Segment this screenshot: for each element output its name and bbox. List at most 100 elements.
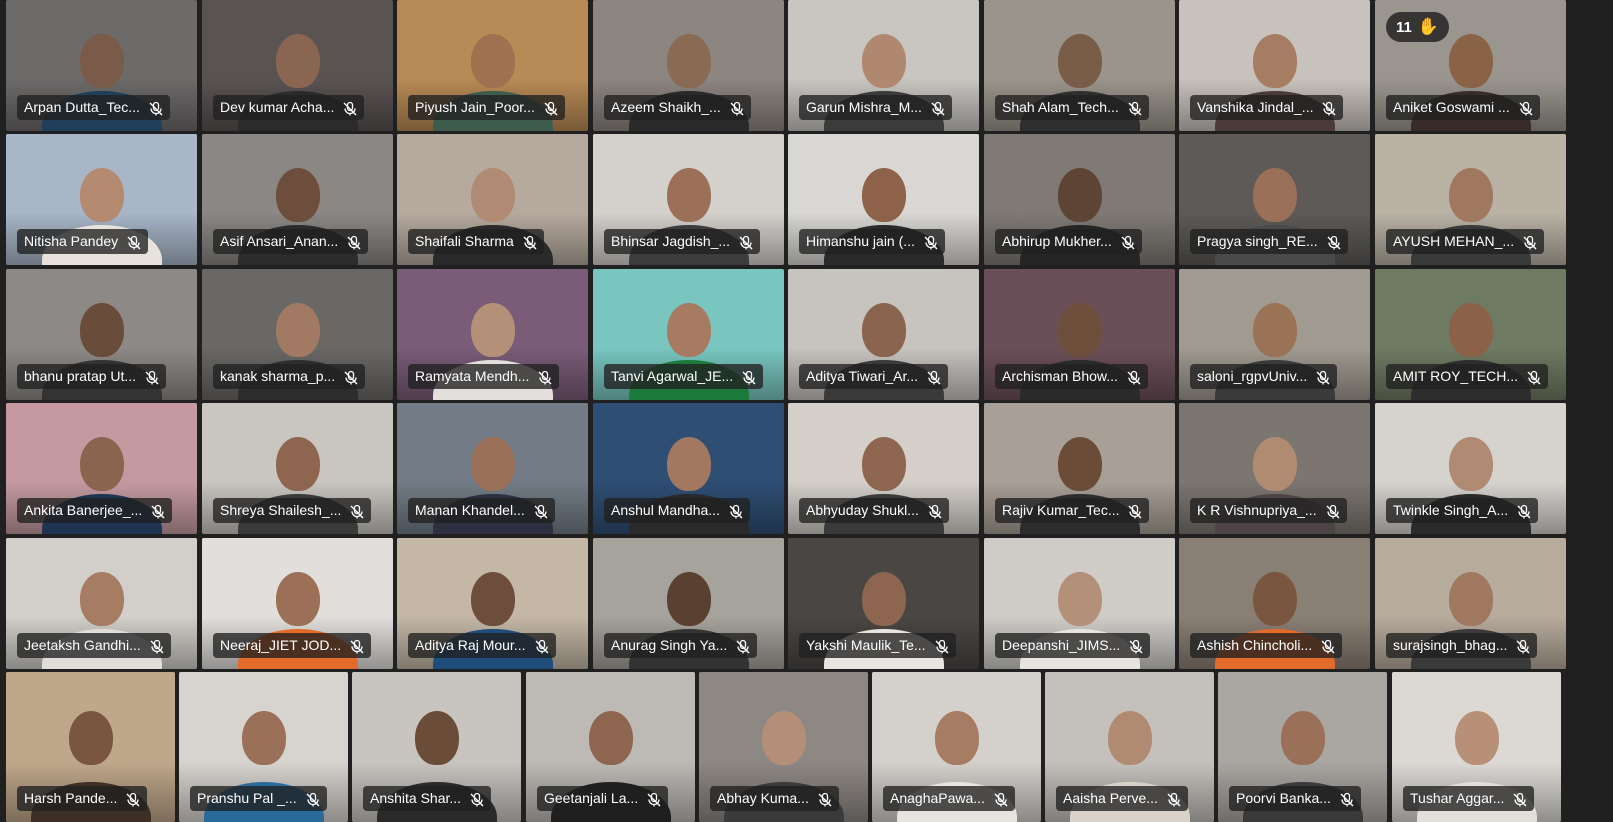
mic-muted-icon bbox=[534, 638, 550, 654]
participant-name: Yakshi Maulik_Te... bbox=[806, 637, 926, 653]
participant-name-label: Anshita Shar... bbox=[363, 786, 492, 811]
participant-tile[interactable]: Anshita Shar... bbox=[352, 672, 521, 822]
participant-tile[interactable]: Aaisha Perve... bbox=[1045, 672, 1214, 822]
participant-tile[interactable]: Ashish Chincholi... bbox=[1179, 538, 1370, 669]
participant-tile[interactable]: Poorvi Banka... bbox=[1218, 672, 1387, 822]
participant-name: Rajiv Kumar_Tec... bbox=[1002, 502, 1120, 518]
participant-head bbox=[1057, 572, 1102, 627]
participant-head bbox=[1252, 34, 1297, 89]
participant-tile[interactable]: Vanshika Jindal_... bbox=[1179, 0, 1370, 131]
mic-muted-icon bbox=[125, 791, 141, 807]
participant-tile[interactable]: AnaghaPawa... bbox=[872, 672, 1041, 822]
participant-tile[interactable]: Aditya Raj Mour... bbox=[397, 538, 588, 669]
participant-head bbox=[1057, 34, 1102, 89]
participant-tile[interactable]: Piyush Jain_Poor... bbox=[397, 0, 588, 131]
participant-name-label: Rajiv Kumar_Tec... bbox=[995, 498, 1150, 523]
participant-name-label: Aditya Tiwari_Ar... bbox=[799, 364, 949, 389]
participant-tile[interactable]: Archisman Bhow... bbox=[984, 269, 1175, 400]
participant-tile[interactable]: Yakshi Maulik_Te... bbox=[788, 538, 979, 669]
mic-muted-icon bbox=[469, 791, 485, 807]
mic-muted-icon bbox=[1320, 638, 1336, 654]
participant-name-label: surajsingh_bhag... bbox=[1386, 633, 1538, 658]
participant-tile[interactable]: Arpan Dutta_Tec... bbox=[6, 0, 197, 131]
participant-tile[interactable]: Aniket Goswami ... 11 ✋ bbox=[1375, 0, 1566, 131]
participant-tile[interactable]: Pragya singh_RE... bbox=[1179, 134, 1370, 265]
mic-muted-icon bbox=[1127, 100, 1143, 116]
participant-tile[interactable]: Azeem Shaikh_... bbox=[593, 0, 784, 131]
mic-muted-icon bbox=[1512, 791, 1528, 807]
participant-tile[interactable]: Abhirup Mukher... bbox=[984, 134, 1175, 265]
participant-name: Anurag Singh Ya... bbox=[611, 637, 728, 653]
participant-name-label: Pranshu Pal _... bbox=[190, 786, 327, 811]
participant-tile[interactable]: Anshul Mandha... bbox=[593, 403, 784, 534]
participant-name: Piyush Jain_Poor... bbox=[415, 99, 535, 115]
participant-tile[interactable]: Geetanjali La... bbox=[526, 672, 695, 822]
participant-tile[interactable]: Tushar Aggar... bbox=[1392, 672, 1561, 822]
mic-muted-icon bbox=[522, 234, 538, 250]
participant-tile[interactable]: Aditya Tiwari_Ar... bbox=[788, 269, 979, 400]
participant-name-label: Aaisha Perve... bbox=[1056, 786, 1188, 811]
participant-tile[interactable]: K R Vishnupriya_... bbox=[1179, 403, 1370, 534]
participant-head bbox=[1107, 711, 1152, 765]
participant-tile[interactable]: Deepanshi_JIMS... bbox=[984, 538, 1175, 669]
participant-tile[interactable]: Himanshu jain (... bbox=[788, 134, 979, 265]
participant-head bbox=[275, 168, 320, 223]
participant-name-label: saloni_rgpvUniv... bbox=[1190, 364, 1338, 389]
mic-muted-icon bbox=[349, 503, 365, 519]
participant-head bbox=[861, 572, 906, 627]
participant-name: Ankita Banerjee_... bbox=[24, 502, 143, 518]
participant-name-label: Shaifali Sharma bbox=[408, 229, 544, 254]
participant-name-label: Abhirup Mukher... bbox=[995, 229, 1142, 254]
participant-tile[interactable]: Tanvi Agarwal_JE... bbox=[593, 269, 784, 400]
participant-name: Manan Khandel... bbox=[415, 502, 525, 518]
participant-tile[interactable]: Jeetaksh Gandhi... bbox=[6, 538, 197, 669]
participant-tile[interactable]: Shreya Shailesh_... bbox=[202, 403, 393, 534]
participant-name-label: AYUSH MEHAN_... bbox=[1386, 229, 1545, 254]
participant-name-label: Pragya singh_RE... bbox=[1190, 229, 1348, 254]
participant-tile[interactable]: Shaifali Sharma bbox=[397, 134, 588, 265]
participant-tile[interactable]: surajsingh_bhag... bbox=[1375, 538, 1566, 669]
participant-tile[interactable]: bhanu pratap Ut... bbox=[6, 269, 197, 400]
participant-head bbox=[275, 572, 320, 627]
participant-tile[interactable]: Ramyata Mendh... bbox=[397, 269, 588, 400]
participant-head bbox=[1057, 437, 1102, 492]
participant-tile[interactable]: Ankita Banerjee_... bbox=[6, 403, 197, 534]
mic-muted-icon bbox=[1326, 234, 1342, 250]
participant-tile[interactable]: AMIT ROY_TECH... bbox=[1375, 269, 1566, 400]
participant-tile[interactable]: Pranshu Pal _... bbox=[179, 672, 348, 822]
participant-tile[interactable]: kanak sharma_p... bbox=[202, 269, 393, 400]
participant-tile[interactable]: Twinkle Singh_A... bbox=[1375, 403, 1566, 534]
participant-tile[interactable]: Asif Ansari_Anan... bbox=[202, 134, 393, 265]
participant-tile[interactable]: Dev kumar Acha... bbox=[202, 0, 393, 131]
participant-tile[interactable]: saloni_rgpvUniv... bbox=[1179, 269, 1370, 400]
participant-name: Dev kumar Acha... bbox=[220, 99, 335, 115]
participant-tile[interactable]: Neeraj_JIET JOD... bbox=[202, 538, 393, 669]
mic-muted-icon bbox=[1166, 791, 1182, 807]
mic-muted-icon bbox=[735, 638, 751, 654]
participant-tile[interactable]: Manan Khandel... bbox=[397, 403, 588, 534]
participant-name-label: Poorvi Banka... bbox=[1229, 786, 1361, 811]
participant-tile[interactable]: Rajiv Kumar_Tec... bbox=[984, 403, 1175, 534]
participant-head bbox=[666, 437, 711, 492]
participant-tile[interactable]: Shah Alam_Tech... bbox=[984, 0, 1175, 131]
participant-name: Nitisha Pandey bbox=[24, 233, 119, 249]
participant-tile[interactable]: Garun Mishra_M... bbox=[788, 0, 979, 131]
participant-head bbox=[470, 303, 515, 358]
participant-tile[interactable]: AYUSH MEHAN_... bbox=[1375, 134, 1566, 265]
mic-muted-icon bbox=[729, 100, 745, 116]
participant-tile[interactable]: Abhay Kuma... bbox=[699, 672, 868, 822]
participant-tile[interactable]: Bhinsar Jagdish_... bbox=[593, 134, 784, 265]
participant-name: AnaghaPawa... bbox=[890, 790, 985, 806]
participant-tile[interactable]: Nitisha Pandey bbox=[6, 134, 197, 265]
participant-tile[interactable]: Harsh Pande... bbox=[6, 672, 175, 822]
participant-tile[interactable]: Anurag Singh Ya... bbox=[593, 538, 784, 669]
participant-head bbox=[666, 303, 711, 358]
mic-muted-icon bbox=[305, 791, 321, 807]
participant-name-label: AMIT ROY_TECH... bbox=[1386, 364, 1548, 389]
participant-name: Anshita Shar... bbox=[370, 790, 462, 806]
mic-muted-icon bbox=[1128, 638, 1144, 654]
participant-tile[interactable]: Abhyuday Shukl... bbox=[788, 403, 979, 534]
participant-head bbox=[1252, 303, 1297, 358]
participant-name: Asif Ansari_Anan... bbox=[220, 233, 339, 249]
participant-name-label: Archisman Bhow... bbox=[995, 364, 1148, 389]
